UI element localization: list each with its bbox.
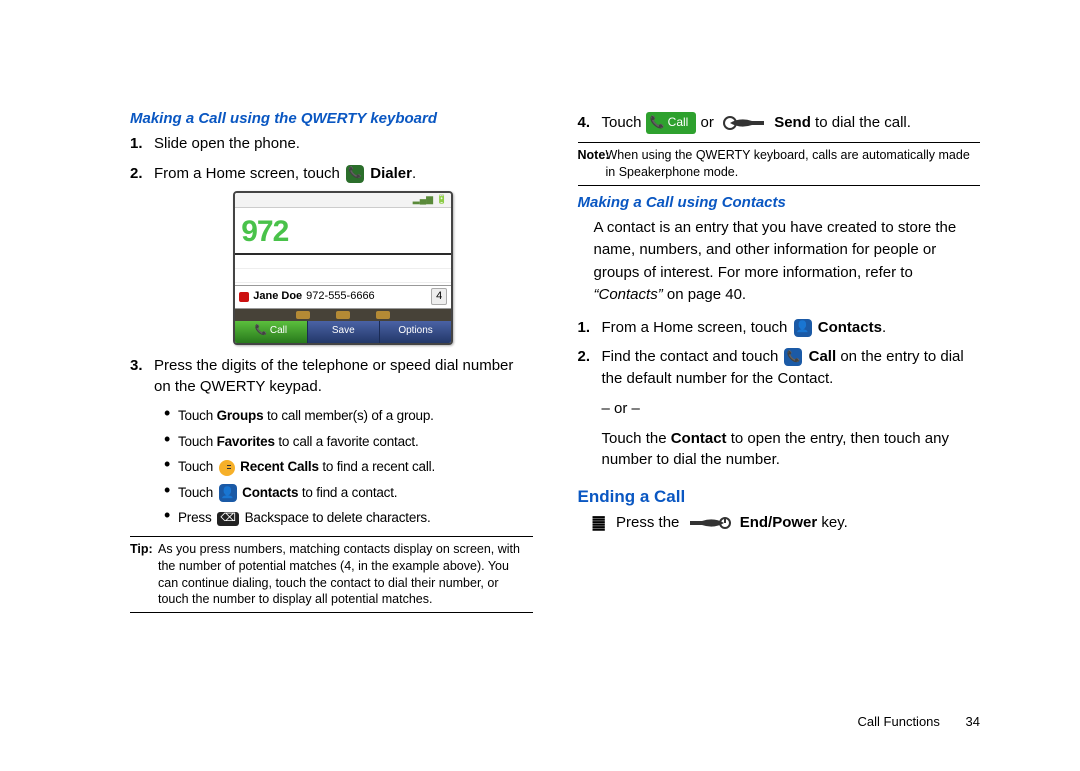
match-count: 4 — [431, 288, 447, 306]
note-lead: Note: — [578, 147, 610, 164]
send-key-icon — [722, 115, 766, 131]
page-footer: Call Functions 34 — [858, 714, 980, 729]
backspace-icon: ⌫ — [217, 512, 239, 526]
tip-lead: Tip: — [130, 541, 153, 558]
tip-text: As you press numbers, matching contacts … — [158, 542, 520, 607]
match-name: Jane Doe — [253, 289, 302, 305]
softkey-save: Save — [307, 321, 379, 343]
qwerty-steps: Slide open the phone. From a Home screen… — [130, 133, 533, 528]
call-entry-icon: 📞 — [784, 348, 802, 366]
footer-page: 34 — [966, 714, 980, 729]
note-text: When using the QWERTY keyboard, calls ar… — [606, 148, 970, 179]
match-number: 972-555-6666 — [306, 289, 375, 305]
dialed-number: 972 — [235, 208, 451, 254]
contacts-steps: From a Home screen, touch 👤 Contacts. Fi… — [578, 317, 981, 472]
text: or — [701, 114, 719, 131]
note-box: Note: When using the QWERTY keyboard, ca… — [578, 142, 981, 186]
text: to dial the call. — [815, 114, 911, 131]
dialer-icon: 📞 — [346, 165, 364, 183]
heading-contacts: Making a Call using Contacts — [578, 194, 981, 211]
tip-box: Tip: As you press numbers, matching cont… — [130, 536, 533, 614]
bullet-contacts: Touch 👤 Contacts to find a contact. — [164, 483, 533, 503]
contacts-ref: “Contacts” — [594, 286, 663, 303]
c-step-1: From a Home screen, touch 👤 Contacts. — [602, 317, 981, 339]
text: Press the digits of the telephone or spe… — [154, 357, 513, 396]
qwerty-steps-cont: Touch 📞Call or Send to dial the call. — [578, 112, 981, 134]
softkey-options: Options — [379, 321, 451, 343]
left-column: Making a Call using the QWERTY keyboard … — [130, 110, 533, 731]
softkey-call: 📞 Call — [235, 321, 306, 343]
bullet-recent: Touch Recent Calls to find a recent call… — [164, 457, 533, 477]
step-4: Touch 📞Call or Send to dial the call. — [602, 112, 981, 134]
step-3: Press the digits of the telephone or spe… — [154, 355, 533, 528]
phone-screenshot: ▂▄▆🔋 972 Jane Doe 972-555-6666 4 📞 Call … — [233, 191, 453, 345]
bullet-favorites: Touch Favorites to call a favorite conta… — [164, 432, 533, 452]
text: . — [412, 165, 416, 182]
bullet-groups: Touch Groups to call member(s) of a grou… — [164, 406, 533, 426]
match-row: Jane Doe 972-555-6666 4 — [235, 285, 451, 309]
heading-ending: Ending a Call — [578, 487, 981, 507]
step-1: Slide open the phone. — [154, 133, 533, 155]
clock-icon — [219, 460, 235, 476]
dialer-label: Dialer — [370, 165, 412, 182]
footer-section: Call Functions — [858, 714, 940, 729]
history-area — [235, 253, 451, 285]
softkeys: 📞 Call Save Options — [235, 321, 451, 343]
contacts-icon: 👤 — [794, 319, 812, 337]
status-bar: ▂▄▆🔋 — [235, 193, 451, 208]
contacts-icon: 👤 — [219, 484, 237, 502]
heading-qwerty: Making a Call using the QWERTY keyboard — [130, 110, 533, 127]
step-2: From a Home screen, touch 📞 Dialer. ▂▄▆🔋… — [154, 163, 533, 345]
call-button-icon: 📞Call — [646, 112, 697, 133]
c-step-2: Find the contact and touch 📞 Call on the… — [602, 346, 981, 471]
sub-bullets: Touch Groups to call member(s) of a grou… — [154, 406, 533, 528]
bullet-backspace: Press ⌫ Backspace to delete characters. — [164, 508, 533, 528]
contacts-intro: A contact is an entry that you have crea… — [594, 217, 981, 307]
chevron-icon: ䷀ — [592, 511, 606, 537]
send-label: Send — [774, 114, 811, 131]
text: From a Home screen, touch — [154, 165, 344, 182]
or-divider: – or – — [602, 398, 981, 420]
pin-icon — [239, 292, 249, 302]
text: Touch — [602, 114, 646, 131]
icon-row — [235, 309, 451, 321]
right-column: Touch 📞Call or Send to dial the call. No… — [578, 110, 981, 731]
end-power-key-icon — [688, 515, 732, 531]
end-call-step: ䷀ Press the End/Power key. — [578, 511, 981, 537]
